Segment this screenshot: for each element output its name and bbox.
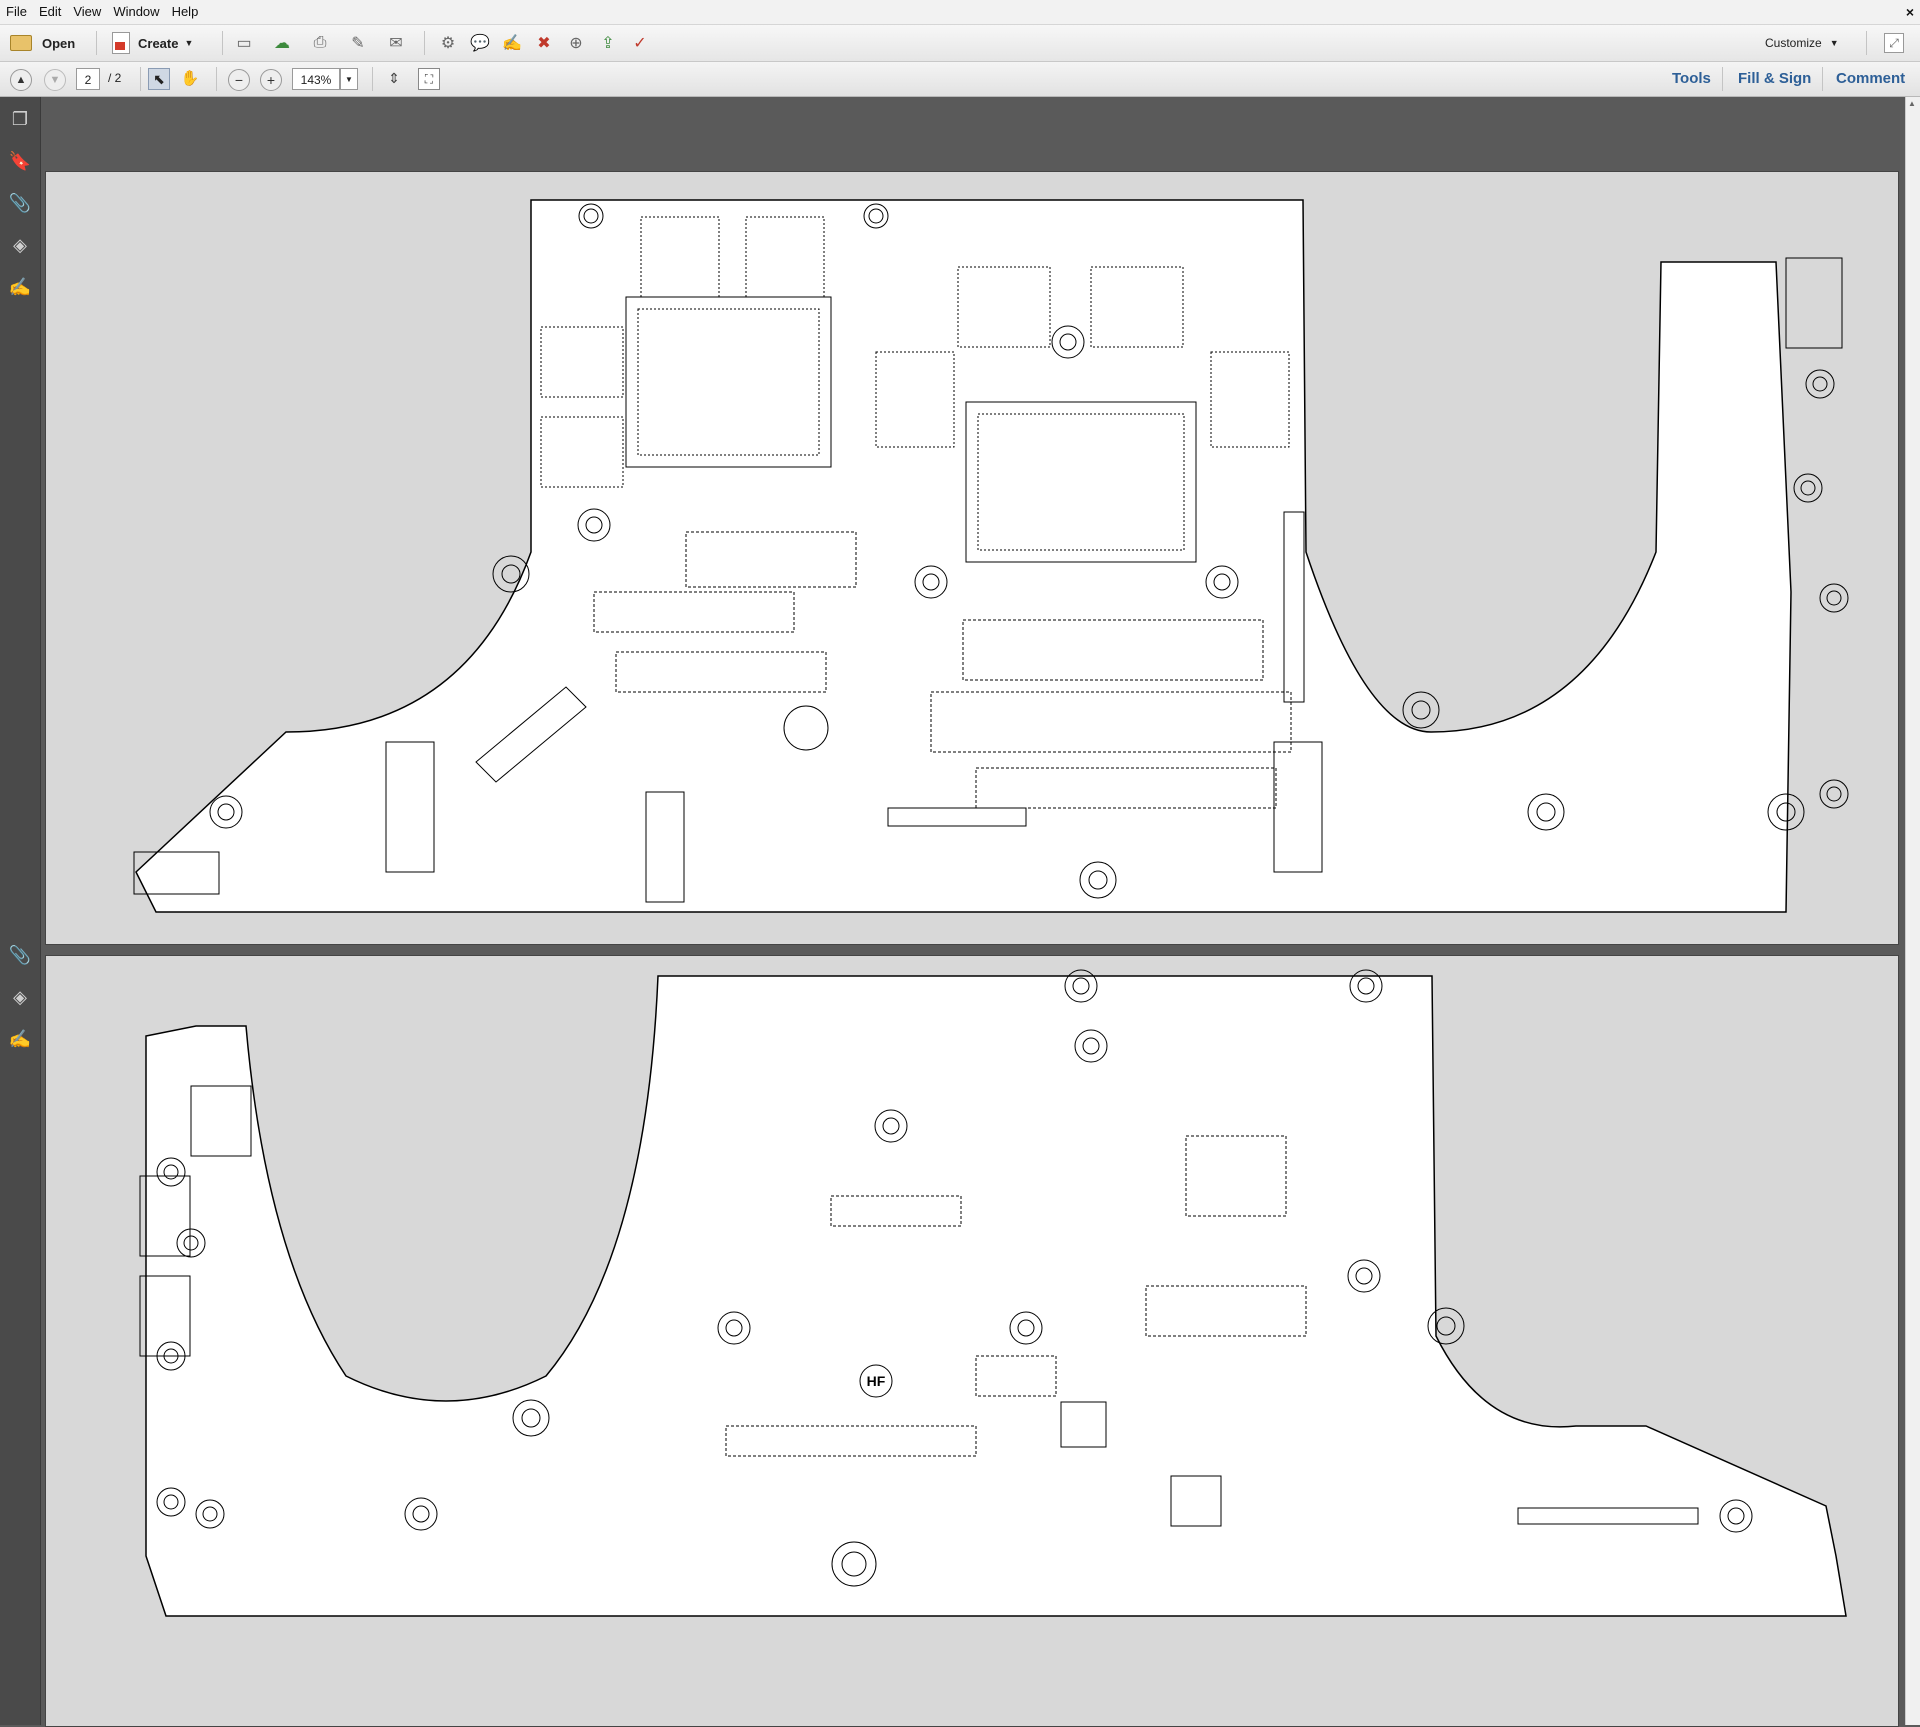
toolbar-divider (96, 31, 97, 55)
fit-page-icon[interactable]: ⇕ (384, 68, 404, 88)
create-pdf-icon (112, 32, 130, 54)
zoom-in-icon[interactable]: + (260, 69, 282, 91)
signatures-icon[interactable]: ✍ (8, 1027, 32, 1051)
toolbar-divider (216, 67, 217, 91)
upload-icon[interactable]: ☁ (272, 33, 292, 53)
page-total: / 2 (108, 71, 122, 85)
select-tool-icon[interactable]: ⬉ (148, 68, 170, 90)
vertical-scrollbar[interactable]: ▲ (1905, 97, 1920, 1725)
tools-pane-link[interactable]: Tools (1672, 70, 1711, 87)
next-page-icon[interactable]: ▼ (44, 69, 66, 91)
save-icon[interactable]: ▭ (234, 33, 254, 53)
close-icon[interactable]: × (1906, 0, 1914, 24)
print-icon[interactable]: ⎙ (310, 33, 330, 53)
zoom-dropdown[interactable]: ▼ (340, 68, 358, 90)
toolbar-divider (1866, 31, 1867, 55)
navigation-toolbar: ▲ ▼ 2 / 2 ⬉ ✋ − + 143% ▼ ⇕ ⛶ Tools Fill … (0, 62, 1920, 97)
hf-marking: HF (867, 1373, 886, 1389)
layers-icon[interactable]: ◈ (8, 233, 32, 257)
chevron-down-icon: ▼ (345, 75, 353, 84)
review-icon[interactable]: ✓ (630, 33, 650, 53)
email-icon[interactable]: ✉ (386, 33, 406, 53)
page-number-input[interactable]: 2 (76, 68, 100, 90)
folder-icon (10, 35, 32, 51)
layers-icon[interactable]: ◈ (8, 985, 32, 1009)
edit-icon[interactable]: ✎ (348, 33, 368, 53)
create-button[interactable]: Create ▼ (112, 31, 193, 55)
attachments-icon[interactable]: 📎 (8, 191, 32, 215)
comment-pane-link[interactable]: Comment (1836, 70, 1905, 87)
bookmarks-icon[interactable]: 🔖 (8, 149, 32, 173)
previous-page-icon[interactable]: ▲ (10, 69, 32, 91)
zoom-input[interactable]: 143% (292, 68, 340, 90)
toolbar-divider (372, 67, 373, 91)
full-screen-icon[interactable]: ⛶ (418, 68, 440, 90)
menu-file[interactable]: File (0, 0, 33, 24)
comment-icon[interactable]: 💬 (470, 33, 490, 53)
attachments-icon[interactable]: 📎 (8, 943, 32, 967)
toolbar-divider (222, 31, 223, 55)
main-toolbar: Open Create ▼ ▭ ☁ ⎙ ✎ ✉ ⚙ 💬 ✍ ✖ ⊕ ⇪ ✓ Cu… (0, 25, 1920, 62)
board-bottom-side-drawing: HF (139, 969, 1847, 1617)
pdf-page-1 (45, 171, 1899, 945)
open-button[interactable]: Open (10, 31, 75, 55)
menu-view[interactable]: View (67, 0, 107, 24)
pdf-page-2: HF (45, 955, 1899, 1727)
board-top-side-drawing (133, 199, 1849, 913)
signatures-icon[interactable]: ✍ (8, 275, 32, 299)
scroll-up-icon[interactable]: ▲ (1908, 99, 1916, 108)
toolbar-divider (1722, 67, 1723, 91)
navigation-pane: ❐ 🔖 📎 ◈ ✍ 📎 ◈ ✍ (0, 97, 41, 1725)
delete-icon[interactable]: ✖ (534, 33, 554, 53)
attach-icon[interactable]: ⊕ (566, 33, 586, 53)
menu-bar: File Edit View Window Help × (0, 0, 1920, 25)
board-outline-top (135, 199, 1792, 913)
toolbar-divider (1822, 67, 1823, 91)
chevron-down-icon: ▼ (1829, 38, 1839, 48)
customize-dropdown[interactable]: Customize ▼ (1765, 31, 1839, 55)
settings-icon[interactable]: ⚙ (438, 33, 458, 53)
export-icon[interactable]: ⇪ (598, 33, 618, 53)
toolbar-divider (424, 31, 425, 55)
expand-icon[interactable]: ⤢ (1884, 33, 1904, 53)
fill-sign-pane-link[interactable]: Fill & Sign (1738, 70, 1811, 87)
menu-edit[interactable]: Edit (33, 0, 67, 24)
document-view[interactable]: HF (41, 97, 1920, 1727)
toolbar-divider (140, 67, 141, 91)
hand-tool-icon[interactable]: ✋ (180, 68, 200, 88)
page-thumbnails-icon[interactable]: ❐ (8, 107, 32, 131)
sign-icon[interactable]: ✍ (502, 33, 522, 53)
menu-help[interactable]: Help (166, 0, 205, 24)
chevron-down-icon: ▼ (184, 38, 194, 48)
menu-window[interactable]: Window (107, 0, 165, 24)
zoom-out-icon[interactable]: − (228, 69, 250, 91)
board-outline-bottom (145, 975, 1847, 1617)
